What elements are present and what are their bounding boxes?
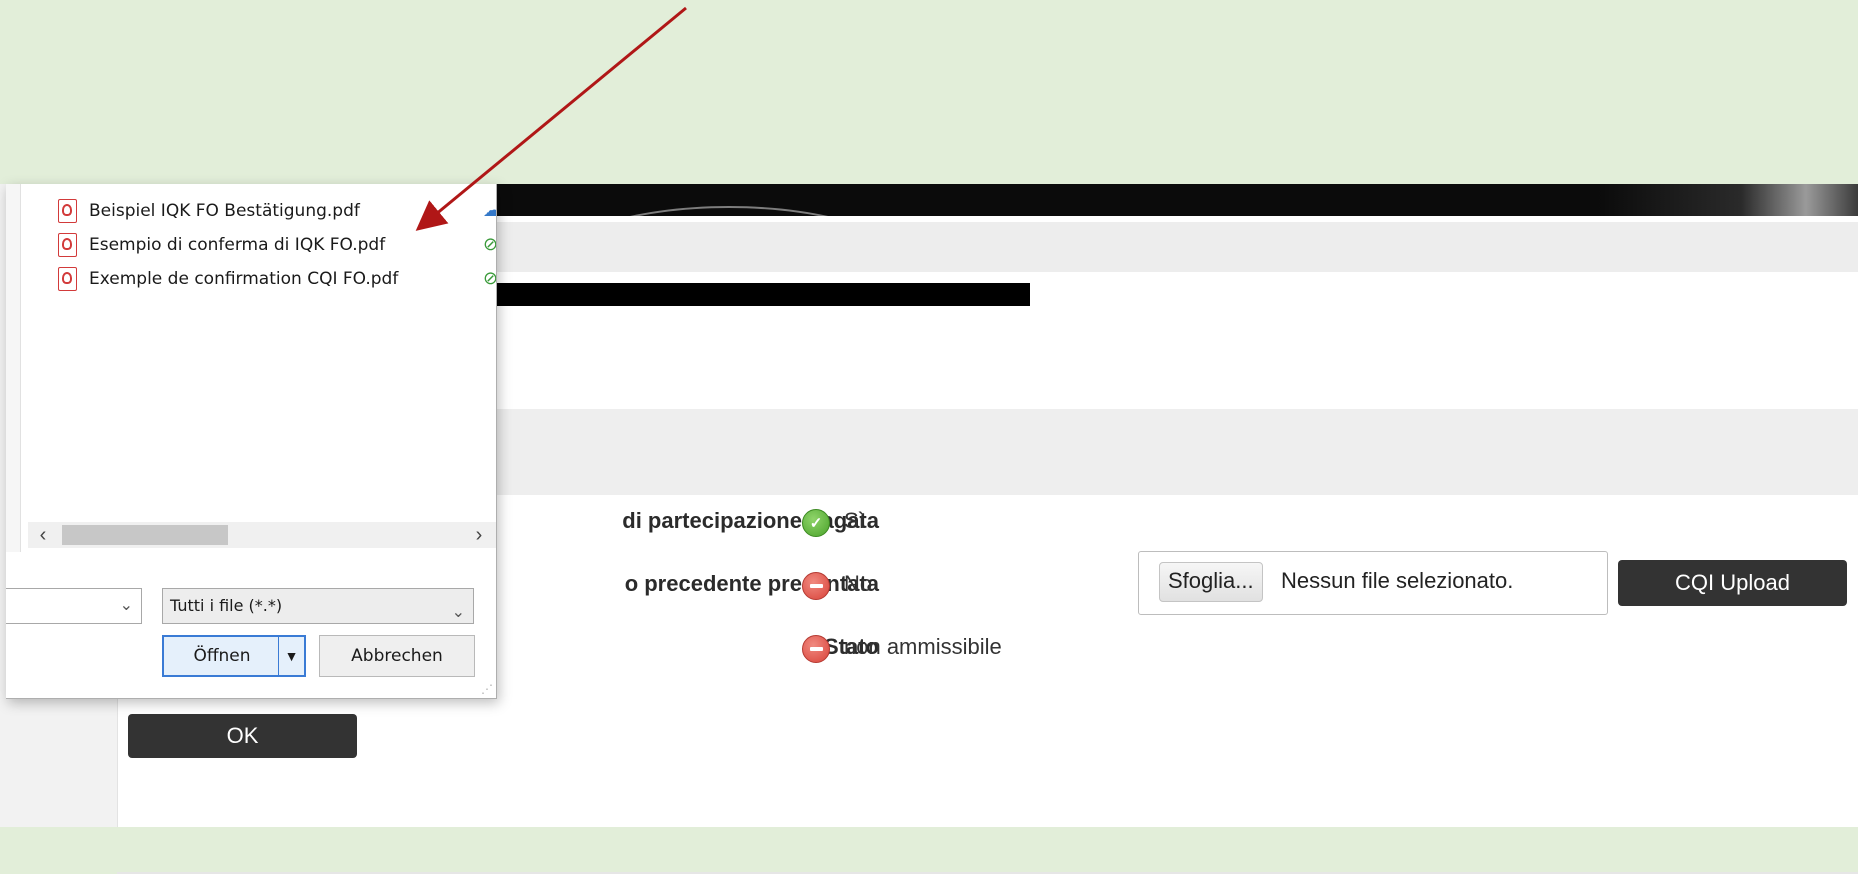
chevron-down-icon: ⌄ xyxy=(451,602,465,621)
pdf-file-icon xyxy=(58,267,77,291)
minus-circle-icon xyxy=(802,572,830,600)
file-list-item[interactable]: Esempio di conferma di IQK FO.pdf ⊘ xyxy=(58,230,497,260)
file-type-selected: Tutti i file (*.*) xyxy=(170,596,283,615)
file-open-dialog: Beispiel IQK FO Bestätigung.pdf ☁ Esempi… xyxy=(6,184,497,699)
pdf-file-icon xyxy=(58,233,77,257)
file-name-input[interactable]: ⌄ xyxy=(6,588,142,624)
row-label: o precedente presentata xyxy=(624,571,879,596)
file-name: Exemple de confirmation CQI FO.pdf xyxy=(89,269,399,289)
cloud-icon: ☁ xyxy=(483,201,496,221)
row-label: di partecipazione pagata xyxy=(622,508,879,533)
file-list-item[interactable]: Beispiel IQK FO Bestätigung.pdf ☁ xyxy=(58,196,496,226)
caret-down-icon: ▼ xyxy=(284,648,299,664)
check-circle-icon: ✓ xyxy=(802,509,830,537)
minus-circle-icon xyxy=(802,635,830,663)
file-list-item[interactable]: Exemple de confirmation CQI FO.pdf ⊘ xyxy=(58,264,497,294)
navigation-pane[interactable] xyxy=(6,184,21,552)
file-upload-input[interactable]: Sfoglia... Nessun file selezionato. xyxy=(1138,551,1608,615)
row-value: No xyxy=(844,571,873,596)
file-name: Esempio di conferma di IQK FO.pdf xyxy=(89,235,386,255)
browse-button[interactable]: Sfoglia... xyxy=(1159,562,1263,602)
row-value: Sì xyxy=(844,508,865,533)
open-dropdown-button[interactable]: ▼ xyxy=(278,635,306,677)
row-value: non ammissibile xyxy=(844,634,1002,659)
scrollbar-thumb[interactable] xyxy=(62,525,228,545)
banner-photo-fade xyxy=(1598,184,1858,216)
resize-grip-icon[interactable]: ⋰ xyxy=(481,682,493,696)
chevron-left-icon[interactable]: ‹ xyxy=(34,522,52,548)
redacted-text-block xyxy=(470,283,1030,306)
chevron-down-icon[interactable]: ⌄ xyxy=(120,595,133,615)
pdf-file-icon xyxy=(58,199,77,223)
cqi-upload-button[interactable]: CQI Upload xyxy=(1618,560,1847,606)
cancel-button[interactable]: Abbrechen xyxy=(319,635,475,677)
ok-button[interactable]: OK xyxy=(128,714,357,758)
file-type-select[interactable]: Tutti i file (*.*) ⌄ xyxy=(162,588,474,624)
open-button[interactable]: Öffnen xyxy=(162,635,282,677)
check-circle-icon: ⊘ xyxy=(483,234,497,255)
banner-arc-graphic xyxy=(547,206,911,216)
no-file-selected-text: Nessun file selezionato. xyxy=(1281,568,1514,593)
horizontal-scrollbar[interactable]: ‹ › xyxy=(28,522,496,548)
check-circle-icon: ⊘ xyxy=(483,268,497,289)
chevron-right-icon[interactable]: › xyxy=(470,522,488,548)
file-name: Beispiel IQK FO Bestätigung.pdf xyxy=(89,201,360,221)
